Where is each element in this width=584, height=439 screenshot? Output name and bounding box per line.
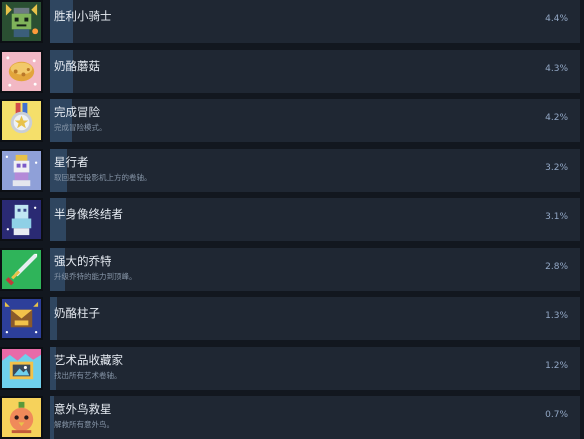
cheese-mushroom-icon (0, 50, 43, 93)
achievement-list: 胜利小骑士 4.4% 奶酪蘑菇 4.3% 完成冒险 完成冒险模式。 4.2% 星… (0, 0, 584, 439)
achievement-row[interactable]: 强大的乔特 升级乔特的能力到顶峰。 2.8% (0, 248, 584, 291)
sword-icon (0, 248, 43, 291)
achievement-description: 升级乔特的能力到顶峰。 (54, 272, 137, 281)
achievement-row[interactable]: 完成冒险 完成冒险模式。 4.2% (0, 99, 584, 142)
achievement-row[interactable]: 半身像终结者 3.1% (0, 198, 584, 241)
achievement-description: 取回星空投影机上方的卷轴。 (54, 173, 152, 182)
unlock-percent: 2.8% (545, 262, 568, 272)
achievement-row[interactable]: 星行者 取回星空投影机上方的卷轴。 3.2% (0, 149, 584, 192)
unlock-percent: 4.4% (545, 14, 568, 24)
achievement-panel: 强大的乔特 升级乔特的能力到顶峰。 2.8% (50, 248, 580, 291)
achievement-panel: 胜利小骑士 4.4% (50, 0, 580, 43)
unlock-percent: 1.2% (545, 361, 568, 371)
achievement-panel: 艺术品收藏家 找出所有艺术卷轴。 1.2% (50, 347, 580, 390)
achievement-panel: 奶酪柱子 1.3% (50, 297, 580, 340)
achievement-title: 奶酪蘑菇 (54, 59, 100, 73)
art-frame-icon (0, 347, 43, 390)
achievement-panel: 完成冒险 完成冒险模式。 4.2% (50, 99, 580, 142)
achievement-title: 奶酪柱子 (54, 306, 100, 320)
knight-trophy-icon (0, 0, 43, 43)
achievement-row[interactable]: 艺术品收藏家 找出所有艺术卷轴。 1.2% (0, 347, 584, 390)
achievement-title: 星行者 (54, 155, 89, 169)
achievement-description: 解救所有意外鸟。 (54, 420, 114, 429)
achievement-title: 强大的乔特 (54, 254, 112, 268)
achievement-panel: 奶酪蘑菇 4.3% (50, 50, 580, 93)
achievement-title: 意外鸟救星 (54, 402, 112, 416)
achievement-title: 艺术品收藏家 (54, 353, 123, 367)
achievement-title: 完成冒险 (54, 105, 100, 119)
achievement-title: 半身像终结者 (54, 207, 123, 221)
unlock-percent: 0.7% (545, 410, 568, 420)
bust-statue-icon (0, 198, 43, 241)
star-medal-icon (0, 99, 43, 142)
achievement-description: 完成冒险模式。 (54, 123, 107, 132)
achievement-row[interactable]: 胜利小骑士 4.4% (0, 0, 584, 43)
achievement-panel: 意外鸟救星 解救所有意外鸟。 0.7% (50, 396, 580, 439)
unlock-percent: 4.2% (545, 113, 568, 123)
unlock-percent: 3.2% (545, 163, 568, 173)
bird-savior-icon (0, 396, 43, 439)
achievement-panel: 半身像终结者 3.1% (50, 198, 580, 241)
achievement-title: 胜利小骑士 (54, 9, 112, 23)
achievement-row[interactable]: 意外鸟救星 解救所有意外鸟。 0.7% (0, 396, 584, 439)
unlock-percent: 3.1% (545, 212, 568, 222)
achievement-row[interactable]: 奶酪蘑菇 4.3% (0, 50, 584, 93)
achievement-description: 找出所有艺术卷轴。 (54, 371, 122, 380)
achievement-row[interactable]: 奶酪柱子 1.3% (0, 297, 584, 340)
cheese-pillar-icon (0, 297, 43, 340)
star-projector-icon (0, 149, 43, 192)
unlock-percent: 4.3% (545, 64, 568, 74)
unlock-percent: 1.3% (545, 311, 568, 321)
achievement-panel: 星行者 取回星空投影机上方的卷轴。 3.2% (50, 149, 580, 192)
